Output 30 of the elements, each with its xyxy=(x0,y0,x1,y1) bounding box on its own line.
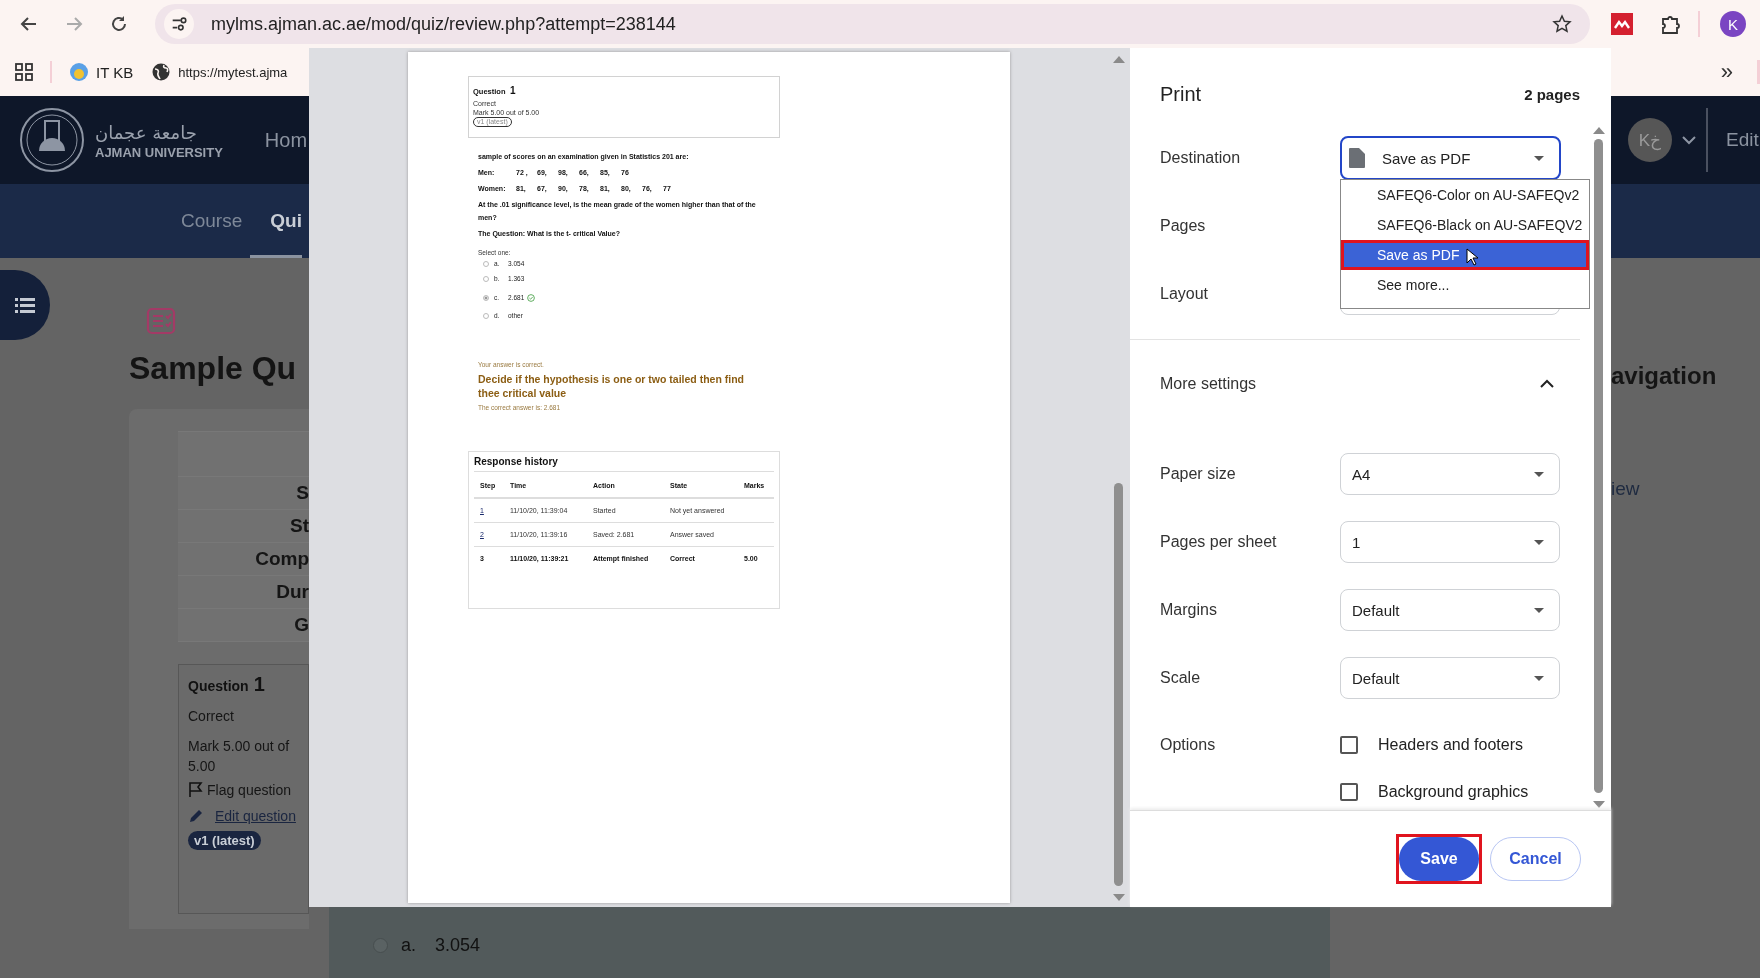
page-count: 2 pages xyxy=(1524,85,1580,103)
table-cell: S xyxy=(178,477,309,510)
logo-text: AJMAN UNIVERSITY xyxy=(95,144,223,160)
history-title: Response history xyxy=(474,456,774,472)
table-cell: Dur xyxy=(178,576,309,609)
setting-label: Scale xyxy=(1160,669,1202,687)
block-heading: avigation xyxy=(1611,362,1718,390)
general-feedback-text: Decide if the hypothesis is one or two tailed then find thee critical value xyxy=(478,372,746,400)
option-letter: a. xyxy=(401,935,417,956)
question-number: 1 xyxy=(509,85,516,96)
table-cell: G xyxy=(178,609,309,642)
setting-label: Destination xyxy=(1160,149,1242,167)
option-text: 3.054 xyxy=(435,935,481,956)
question-number: 1 xyxy=(253,673,265,696)
url-text: mylms.ajman.ac.ae/mod/quiz/review.php?attempt=238144 xyxy=(211,13,676,35)
table-cell: St xyxy=(178,510,309,543)
setting-label: Layout xyxy=(1160,285,1210,303)
page-title: Sample Qu xyxy=(129,350,298,387)
dialog-title: Print xyxy=(1160,82,1202,106)
table-cell: Comp xyxy=(178,543,309,576)
setting-label: Margins xyxy=(1160,601,1218,619)
setting-label: Options xyxy=(1160,736,1217,754)
setting-label: Paper size xyxy=(1160,465,1237,483)
question-status: Correct xyxy=(188,707,235,726)
setting-label: Pages per sheet xyxy=(1160,533,1278,551)
version-badge: v1 (latest) xyxy=(188,831,261,850)
setting-label: Pages xyxy=(1160,217,1207,235)
question-mark: Mark 5.00 out of 5.00 xyxy=(188,737,291,776)
logo-arabic-text: جامعة عجمان xyxy=(95,120,198,145)
question-label: Question xyxy=(188,678,249,694)
